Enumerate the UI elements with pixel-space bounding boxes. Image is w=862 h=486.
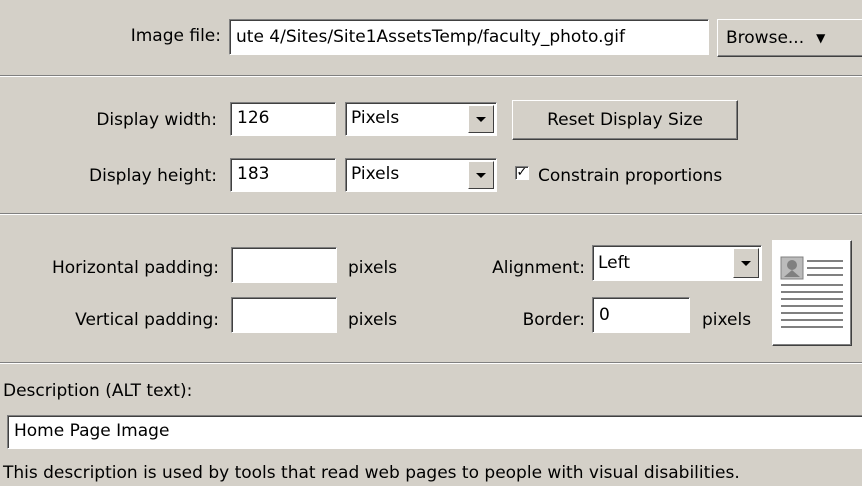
display-width-label: Display width: <box>96 110 217 130</box>
display-width-input[interactable]: 126 <box>230 102 336 136</box>
horizontal-padding-unit: pixels <box>348 258 398 278</box>
alignment-value: Left <box>598 253 630 273</box>
chevron-down-icon[interactable] <box>468 105 494 133</box>
image-file-input[interactable]: ute 4/Sites/Site1AssetsTemp/faculty_phot… <box>229 19 709 55</box>
display-width-unit-select[interactable]: Pixels <box>345 102 497 136</box>
chevron-down-icon[interactable] <box>468 161 494 189</box>
constrain-proportions-label[interactable]: Constrain proportions <box>538 166 722 186</box>
separator <box>0 362 862 364</box>
chevron-down-icon[interactable] <box>733 248 759 278</box>
description-label: Description (ALT text): <box>3 381 193 401</box>
chevron-down-icon: ▼ <box>816 31 826 45</box>
image-file-label: Image file: <box>130 26 221 46</box>
constrain-proportions-checkbox[interactable]: ✓ <box>515 166 529 180</box>
description-input[interactable]: Home Page Image <box>7 415 862 449</box>
vertical-padding-label: Vertical padding: <box>75 310 219 330</box>
browse-button-label: Browse... <box>726 28 805 48</box>
border-unit: pixels <box>702 310 752 330</box>
border-input[interactable]: 0 <box>592 297 690 333</box>
horizontal-padding-label: Horizontal padding: <box>51 258 219 278</box>
display-height-unit-value: Pixels <box>351 164 400 184</box>
horizontal-padding-input[interactable] <box>231 247 337 283</box>
image-left-aligned-preview-icon <box>772 240 852 346</box>
separator <box>0 213 862 215</box>
vertical-padding-input[interactable] <box>231 297 337 333</box>
separator <box>0 75 862 77</box>
alignment-select[interactable]: Left <box>592 245 762 281</box>
display-width-unit-value: Pixels <box>351 108 400 128</box>
display-height-unit-select[interactable]: Pixels <box>345 158 497 192</box>
vertical-padding-unit: pixels <box>348 310 398 330</box>
description-help-text: This description is used by tools that r… <box>3 463 740 483</box>
display-height-label: Display height: <box>89 166 217 186</box>
border-label: Border: <box>522 310 585 330</box>
display-height-input[interactable]: 183 <box>230 158 336 192</box>
alignment-label: Alignment: <box>492 258 585 278</box>
browse-button[interactable]: Browse... ▼ <box>717 19 862 57</box>
reset-display-size-button[interactable]: Reset Display Size <box>512 100 738 140</box>
